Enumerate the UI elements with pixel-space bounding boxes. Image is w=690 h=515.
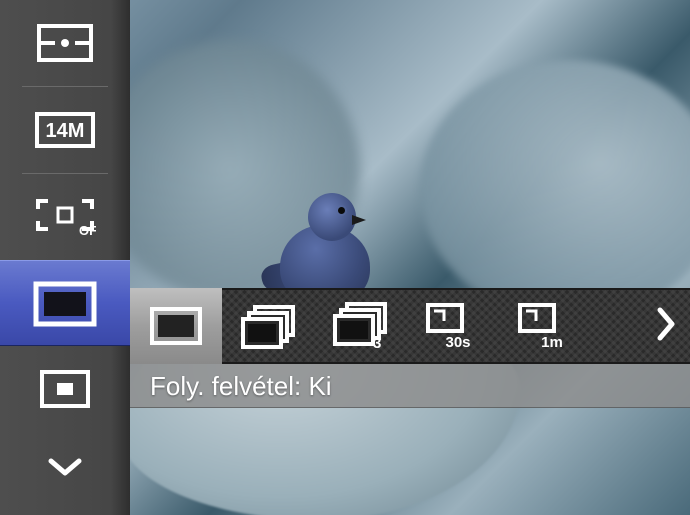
sidebar-item-resolution[interactable]: 14M [0, 87, 130, 173]
sidebar-item-focus-area[interactable]: OFF [0, 174, 130, 260]
option-caption: Foly. felvétel: Ki [130, 364, 690, 408]
drive-mode-options: 3 30s 1m [130, 288, 690, 364]
resolution-label: 14M [46, 120, 85, 142]
interval-1m-icon: 1m [514, 301, 574, 351]
focus-area-off-icon: OFF [34, 197, 96, 237]
option-burst[interactable] [222, 288, 314, 364]
option-interval-30s[interactable]: 30s [406, 288, 498, 364]
burst-icon [239, 303, 297, 349]
option-single[interactable] [130, 288, 222, 364]
interval-30s-icon: 30s [422, 301, 482, 351]
single-frame-icon [149, 305, 203, 347]
camera-menu-screen: 14M OFF [0, 0, 690, 515]
resolution-14m-icon: 14M [35, 112, 95, 148]
single-frame-icon [32, 278, 98, 328]
burst-3-icon: 3 [331, 302, 389, 350]
metering-multi-icon [37, 24, 93, 62]
chevron-right-icon [656, 304, 676, 349]
option-burst-3[interactable]: 3 [314, 288, 406, 364]
live-view-subject [270, 185, 380, 305]
burst-count-label: 3 [373, 335, 381, 350]
interval-label: 1m [541, 334, 563, 351]
settings-sidebar: 14M OFF [0, 0, 130, 515]
options-more[interactable] [590, 288, 690, 364]
interval-label: 30s [445, 334, 470, 351]
sidebar-item-more[interactable] [0, 432, 130, 502]
option-interval-1m[interactable]: 1m [498, 288, 590, 364]
sidebar-item-drive-mode[interactable] [0, 260, 130, 346]
background-blur [420, 60, 690, 320]
focus-off-label: OFF [79, 223, 96, 237]
pip-icon [39, 369, 91, 409]
chevron-down-icon [45, 455, 85, 479]
sidebar-item-metering[interactable] [0, 0, 130, 86]
sidebar-item-pip[interactable] [0, 346, 130, 432]
